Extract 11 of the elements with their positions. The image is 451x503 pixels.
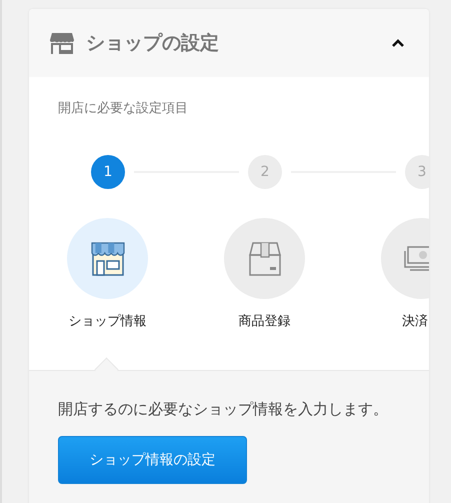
step-description: 開店するのに必要なショップ情報を入力します。 [58,400,389,419]
step-number[interactable]: 3 [405,155,429,189]
step-label: ショップ情報 [68,313,146,330]
step-label: 商品登録 [238,313,290,330]
shop-icon [50,32,74,54]
step-label: 決済 [402,313,429,330]
step-number[interactable]: 1 [91,155,125,189]
panel-title: ショップの設定 [86,31,220,56]
step-number[interactable]: 2 [248,155,282,189]
section-subtitle: 開店に必要な設定項目 [58,100,189,117]
settings-button[interactable]: ショップ情報の設定 [58,436,247,484]
